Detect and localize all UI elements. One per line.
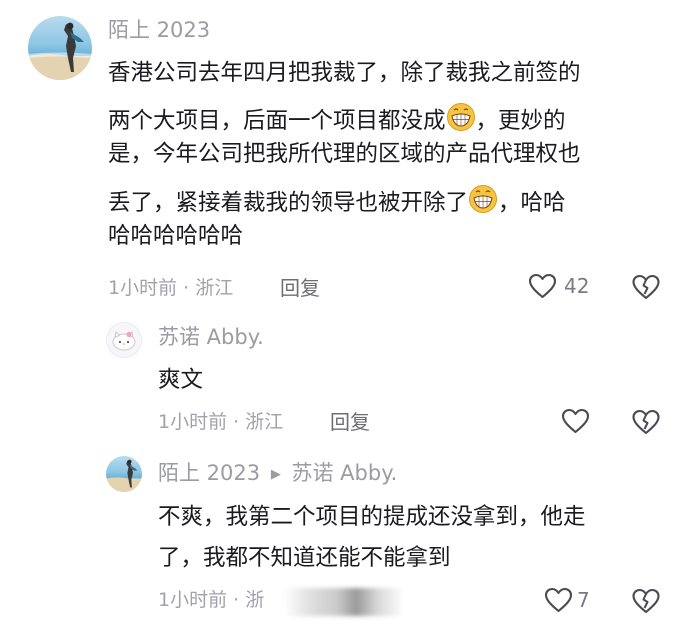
reply-author[interactable]: 苏诺 Abby. [158,327,264,348]
reply-time-location: 1小时前 · 浙江 [158,411,284,433]
broken-heart-icon [632,409,660,435]
reply-to-user[interactable]: 苏诺 Abby. [292,461,398,485]
broken-heart-icon [632,274,660,300]
comment-line: 哈哈哈哈哈哈 [108,223,244,249]
comment-line: 丢了，紧接着裁我的领导也被开除了 [108,190,469,216]
avatar-photo-icon [106,459,142,492]
grinning-face-emoji-icon [468,184,498,219]
grinning-face-emoji-icon [446,102,476,137]
reply-header: 陌上 2023 ▶ 苏诺 Abby. [158,463,397,484]
heart-outline-icon [544,587,573,613]
reply-text-line: 了，我都不知道还能不能拿到 [158,545,451,571]
like-count: 7 [577,588,590,612]
like-count: 42 [564,274,590,298]
heart-outline-icon [528,273,557,299]
avatar[interactable] [28,16,92,80]
reply-to-arrow-icon: ▶ [270,467,281,482]
comment-line: 香港公司去年四月把我裁了，除了裁我之前签的 [108,60,581,86]
dislike-button[interactable] [631,587,661,615]
like-button[interactable]: 7 [544,586,604,616]
dislike-button[interactable] [631,408,661,436]
avatar-photo-icon [28,22,92,80]
comment-line-3: 是，今年公司把我所代理的区域的产品代理权也 [108,143,581,166]
comment-text: 香港公司去年四月把我裁了，除了裁我之前签的 [108,62,581,85]
reply-text-line: 不爽，我第二个项目的提成还没拿到，他走 [158,504,586,530]
watermark-overlay [284,588,404,616]
comment-time-location: 1小时前 · 浙江 [108,277,234,299]
avatar[interactable] [106,456,142,492]
comment-line-5: 哈哈哈哈哈哈 [108,225,243,248]
like-button[interactable]: 42 [528,272,608,302]
reply-button[interactable]: 回复 [330,412,370,432]
comment-line: ，哈哈 [498,190,566,216]
comment-line: 两个大项目，后面一个项目都没成 [108,108,446,134]
reply-button[interactable]: 回复 [280,278,320,298]
comment-author[interactable]: 陌上 2023 [108,20,210,41]
broken-heart-icon [632,588,660,614]
hello-kitty-avatar-icon [112,330,136,351]
reply-author[interactable]: 陌上 2023 [158,461,260,485]
heart-outline-icon [561,408,590,434]
like-button[interactable] [561,408,591,436]
avatar[interactable] [106,322,142,358]
comment-line-2: 两个大项目，后面一个项目都没成 ，更妙的 [108,102,566,137]
comment-line-4: 丢了，紧接着裁我的领导也被开除了 ，哈哈 [108,184,566,219]
comment-line: 是，今年公司把我所代理的区域的产品代理权也 [108,141,581,167]
dislike-button[interactable] [631,273,661,301]
comment-line: ，更妙的 [475,108,566,134]
reply-time-location: 1小时前 · 浙 [158,589,265,611]
reply-text: 爽文 [158,367,204,393]
